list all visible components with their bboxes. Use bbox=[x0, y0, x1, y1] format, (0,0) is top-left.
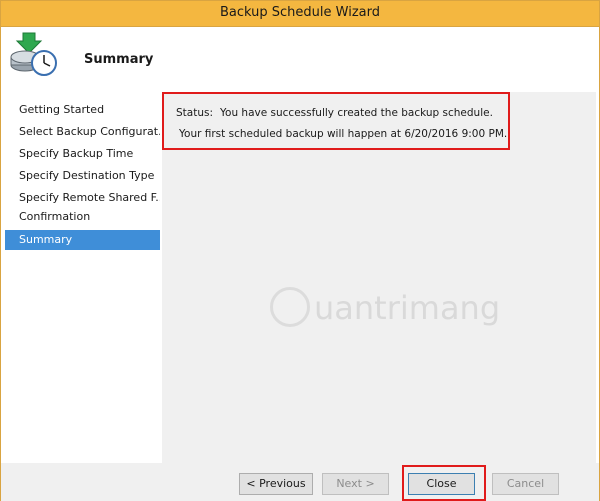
watermark-text: uantrimang bbox=[314, 289, 501, 327]
wizard-footer: < Previous Next > Close Cancel bbox=[1, 463, 599, 501]
wizard-header: Summary bbox=[1, 27, 599, 95]
sidebar-item-specify-destination-type[interactable]: Specify Destination Type bbox=[5, 166, 160, 186]
page-title: Summary bbox=[84, 52, 154, 67]
close-button[interactable]: Close bbox=[408, 473, 475, 495]
summary-content-panel: Status: You have successfully created th… bbox=[162, 92, 596, 463]
status-message: You have successfully created the backup… bbox=[220, 107, 493, 119]
previous-button[interactable]: < Previous bbox=[239, 473, 313, 495]
backup-schedule-icon bbox=[10, 32, 57, 76]
sidebar-item-select-backup-configuration[interactable]: Select Backup Configurat... bbox=[5, 122, 160, 142]
cancel-button[interactable]: Cancel bbox=[492, 473, 559, 495]
status-highlight-box: Status: You have successfully created th… bbox=[162, 92, 510, 150]
title-bar[interactable]: Backup Schedule Wizard bbox=[1, 1, 599, 27]
window-title: Backup Schedule Wizard bbox=[220, 5, 380, 20]
sidebar-item-summary[interactable]: Summary bbox=[5, 230, 160, 250]
wizard-steps-sidebar: Getting Started Select Backup Configurat… bbox=[5, 95, 160, 491]
sidebar-item-specify-remote-shared-folder[interactable]: Specify Remote Shared F... bbox=[5, 188, 160, 208]
sidebar-item-confirmation[interactable]: Confirmation bbox=[5, 207, 160, 227]
scheduled-backup-detail: Your first scheduled backup will happen … bbox=[179, 128, 508, 140]
sidebar-item-specify-backup-time[interactable]: Specify Backup Time bbox=[5, 144, 160, 164]
next-button[interactable]: Next > bbox=[322, 473, 389, 495]
wizard-window: Backup Schedule Wizard Summary Getting S… bbox=[0, 0, 600, 501]
status-label: Status: bbox=[176, 107, 213, 119]
watermark-lightbulb-icon bbox=[270, 287, 310, 327]
sidebar-item-getting-started[interactable]: Getting Started bbox=[5, 100, 160, 120]
watermark-logo: uantrimang bbox=[270, 283, 500, 333]
